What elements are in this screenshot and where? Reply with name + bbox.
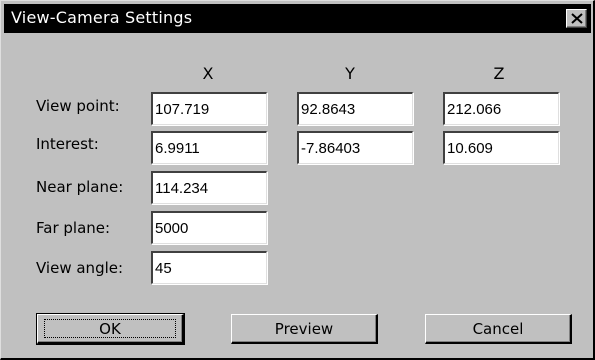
interest-label: Interest: <box>36 135 99 153</box>
view-point-x-field[interactable] <box>151 92 267 125</box>
ok-button-label: OK <box>99 319 121 338</box>
view-point-label: View point: <box>36 97 120 115</box>
view-angle-label: View angle: <box>36 259 124 277</box>
far-plane-label: Far plane: <box>36 219 111 237</box>
far-plane-field[interactable] <box>151 211 267 244</box>
ok-button[interactable]: OK <box>36 313 185 345</box>
near-plane-label: Near plane: <box>36 178 124 196</box>
interest-y-field[interactable] <box>297 131 413 164</box>
preview-button-label: Preview <box>274 319 334 338</box>
view-angle-field[interactable] <box>151 251 267 284</box>
close-icon <box>571 13 583 24</box>
column-header-y: Y <box>345 64 355 83</box>
view-point-y-field[interactable] <box>297 92 413 125</box>
column-header-z: Z <box>493 64 505 83</box>
interest-z-field[interactable] <box>443 131 559 164</box>
interest-x-field[interactable] <box>151 131 267 164</box>
view-point-z-field[interactable] <box>443 92 559 125</box>
column-header-x: X <box>202 64 214 83</box>
near-plane-field[interactable] <box>151 171 267 204</box>
window-title: View-Camera Settings <box>11 8 193 27</box>
cancel-button-label: Cancel <box>472 319 524 338</box>
preview-button[interactable]: Preview <box>231 314 378 344</box>
title-bar[interactable]: View-Camera Settings <box>4 4 591 33</box>
cancel-button[interactable]: Cancel <box>425 314 572 344</box>
view-camera-settings-dialog: View-Camera Settings X Y Z View point: I… <box>0 0 595 360</box>
close-button[interactable] <box>566 9 587 28</box>
